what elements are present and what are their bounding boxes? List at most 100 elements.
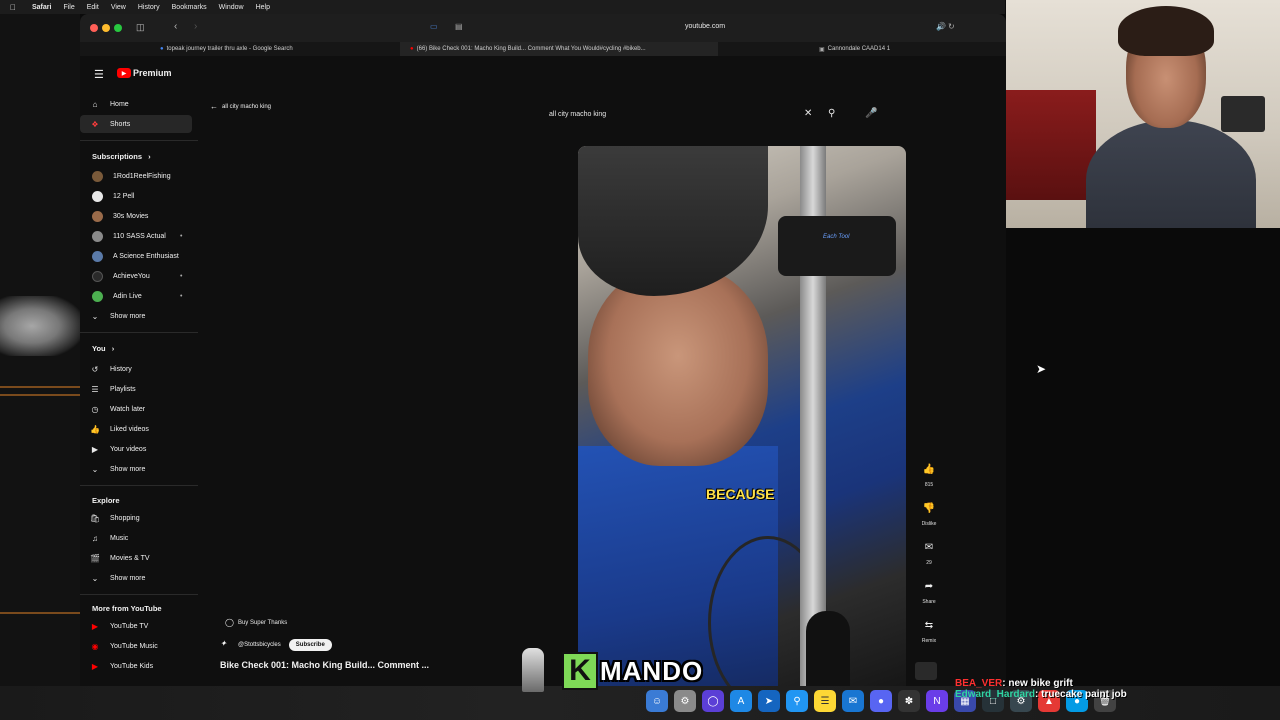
sidebar-item-subscription[interactable]: Adin Live • <box>80 287 192 305</box>
channel-name[interactable]: @Stottsbicycles <box>238 642 281 648</box>
tab-cannondale[interactable]: ▣ Cannondale CAAD14 1 <box>815 42 1005 56</box>
sidebar-item-label: A Science Enthusiast <box>113 252 179 260</box>
sidebar-item-subscription[interactable]: 1Rod1ReelFishing <box>80 167 192 185</box>
sidebar-item-shopping[interactable]: 🛍 Shopping <box>80 509 192 527</box>
close-window-button[interactable] <box>90 24 98 32</box>
menu-app-name[interactable]: Safari <box>32 4 51 11</box>
menu-item-edit[interactable]: Edit <box>87 4 99 11</box>
finder-icon[interactable]: ☺ <box>646 690 668 712</box>
sidebar: ⌂ Home ❖ Shorts Subscriptions › 1Rod1Ree… <box>80 56 198 686</box>
sidebar-item-playlists[interactable]: ☰ Playlists <box>80 380 192 398</box>
kmando-logo-text: MANDO <box>600 655 704 686</box>
chat-username: BEA_VER <box>955 678 1003 689</box>
dislike-label: Dislike <box>921 521 937 527</box>
sidebar-item-watch-later[interactable]: ◷ Watch later <box>80 400 192 418</box>
tab-title: Cannondale CAAD14 1 <box>827 46 891 52</box>
reload-icon[interactable]: ↻ <box>948 22 955 31</box>
microphone-icon[interactable]: 🎤 <box>865 108 877 119</box>
safari-icon[interactable]: ⚲ <box>786 690 808 712</box>
sidebar-item-shorts[interactable]: ❖ Shorts <box>80 115 192 133</box>
shopping-icon: 🛍 <box>89 513 101 523</box>
forward-icon[interactable]: › <box>194 21 197 32</box>
sidebar-item-youtube-music[interactable]: ◉ YouTube Music <box>80 637 192 655</box>
subscriptions-heading[interactable]: Subscriptions › <box>92 152 151 161</box>
privacy-icon[interactable]: ▭ <box>430 22 438 31</box>
back-to-search[interactable]: ← all city macho king <box>210 102 271 111</box>
paper-plane-icon[interactable]: ➤ <box>758 690 780 712</box>
home-icon: ⌂ <box>92 99 98 109</box>
zoom-window-button[interactable] <box>114 24 122 32</box>
super-thanks-button[interactable]: ◯ Buy Super Thanks <box>225 618 287 627</box>
menu-item-view[interactable]: View <box>111 4 126 11</box>
video-title[interactable]: Bike Check 001: Macho King Build... Comm… <box>220 660 429 670</box>
watch-later-icon: ◷ <box>91 404 99 414</box>
news-icon[interactable]: N <box>926 690 948 712</box>
sound-thumbnail[interactable] <box>915 662 937 680</box>
sidebar-item-subscription[interactable]: 110 SASS Actual • <box>80 227 192 245</box>
tab-youtube-short[interactable]: ● (66) Bike Check 001: Macho King Build.… <box>400 42 718 56</box>
video-frame-bottle-cage <box>806 611 850 686</box>
chatgpt-icon[interactable]: ✽ <box>898 690 920 712</box>
notes-icon[interactable]: ☰ <box>814 690 836 712</box>
like-button[interactable]: 👍 815 <box>915 458 943 489</box>
chat-text: : new bike grift <box>1002 678 1073 689</box>
sidebar-toggle-icon[interactable]: ◫ <box>136 22 145 33</box>
menu-item-history[interactable]: History <box>138 4 160 11</box>
app-store-icon[interactable]: A <box>730 690 752 712</box>
explore-show-more[interactable]: ⌄ Show more <box>80 569 192 587</box>
sidebar-item-youtube-tv[interactable]: ▶ YouTube TV <box>80 617 192 635</box>
subscribe-button[interactable]: Subscribe <box>288 639 332 651</box>
reader-icon[interactable]: ▤ <box>455 22 463 31</box>
comments-button[interactable]: ✉ 29 <box>915 536 943 567</box>
discord-icon[interactable]: ● <box>870 690 892 712</box>
minimize-window-button[interactable] <box>102 24 110 32</box>
menu-item-window[interactable]: Window <box>219 4 244 11</box>
sidebar-item-music[interactable]: ♫ Music <box>80 529 192 547</box>
address-bar[interactable]: youtube.com <box>685 23 725 30</box>
sidebar-item-subscription[interactable]: A Science Enthusiast <box>80 247 192 265</box>
dislike-button[interactable]: 👎 Dislike <box>915 497 943 528</box>
liked-icon: 👍 <box>90 424 100 434</box>
channel-avatar[interactable]: ✦ <box>220 639 234 651</box>
subscriptions-show-more[interactable]: ⌄ Show more <box>80 307 192 325</box>
sidebar-item-subscription[interactable]: AchieveYou • <box>80 267 192 285</box>
youtube-music-icon: ◉ <box>91 641 99 651</box>
sidebar-item-subscription[interactable]: 12 Pell <box>80 187 192 205</box>
sidebar-item-subscription[interactable]: 30s Movies <box>80 207 192 225</box>
sidebar-item-label: Liked videos <box>110 425 149 433</box>
explore-heading: Explore <box>92 496 120 505</box>
you-show-more[interactable]: ⌄ Show more <box>80 460 192 478</box>
clear-search-icon[interactable]: ✕ <box>804 108 812 119</box>
sidebar-item-youtube-kids[interactable]: ▶ YouTube Kids <box>80 657 192 675</box>
playlists-icon: ☰ <box>91 384 99 394</box>
search-input[interactable]: all city macho king <box>549 111 606 118</box>
show-more-label: Show more <box>110 574 146 582</box>
channel-row: ✦ @Stottsbicycles Subscribe <box>220 639 332 651</box>
sidebar-item-movies-tv[interactable]: 🎬 Movies & TV <box>80 549 192 567</box>
tab-google-search[interactable]: ● topeak journey trailer thru axle - Goo… <box>80 42 390 56</box>
remix-button[interactable]: ⇆ Remix <box>915 614 943 645</box>
super-thanks-icon: ◯ <box>225 618 234 627</box>
mail-icon[interactable]: ✉ <box>842 690 864 712</box>
menu-item-bookmarks[interactable]: Bookmarks <box>172 4 207 11</box>
sidebar-item-label: YouTube Music <box>110 642 158 650</box>
shield-icon[interactable]: ◯ <box>702 690 724 712</box>
you-heading[interactable]: You › <box>92 344 114 353</box>
short-video-player[interactable]: Each Tool BECAUSE <box>578 146 906 686</box>
tab-title: topeak journey trailer thru axle - Googl… <box>166 46 293 52</box>
share-button[interactable]: ➦ Share <box>915 575 943 606</box>
apple-icon[interactable]:  <box>6 3 20 12</box>
sidebar-item-liked-videos[interactable]: 👍 Liked videos <box>80 420 192 438</box>
sidebar-item-history[interactable]: ↺ History <box>80 360 192 378</box>
sidebar-item-home[interactable]: ⌂ Home <box>80 95 192 113</box>
audio-icon[interactable]: 🔊 <box>936 22 946 31</box>
sidebar-item-your-videos[interactable]: ▶ Your videos <box>80 440 192 458</box>
video-caption: BECAUSE <box>706 486 775 502</box>
back-icon[interactable]: ‹ <box>174 21 177 32</box>
sidebar-item-label: Movies & TV <box>110 554 150 562</box>
remix-label: Remix <box>921 638 937 644</box>
settings-icon[interactable]: ⚙ <box>674 690 696 712</box>
menu-item-help[interactable]: Help <box>256 4 270 11</box>
menu-item-file[interactable]: File <box>63 4 74 11</box>
search-icon[interactable]: ⚲ <box>828 108 835 119</box>
